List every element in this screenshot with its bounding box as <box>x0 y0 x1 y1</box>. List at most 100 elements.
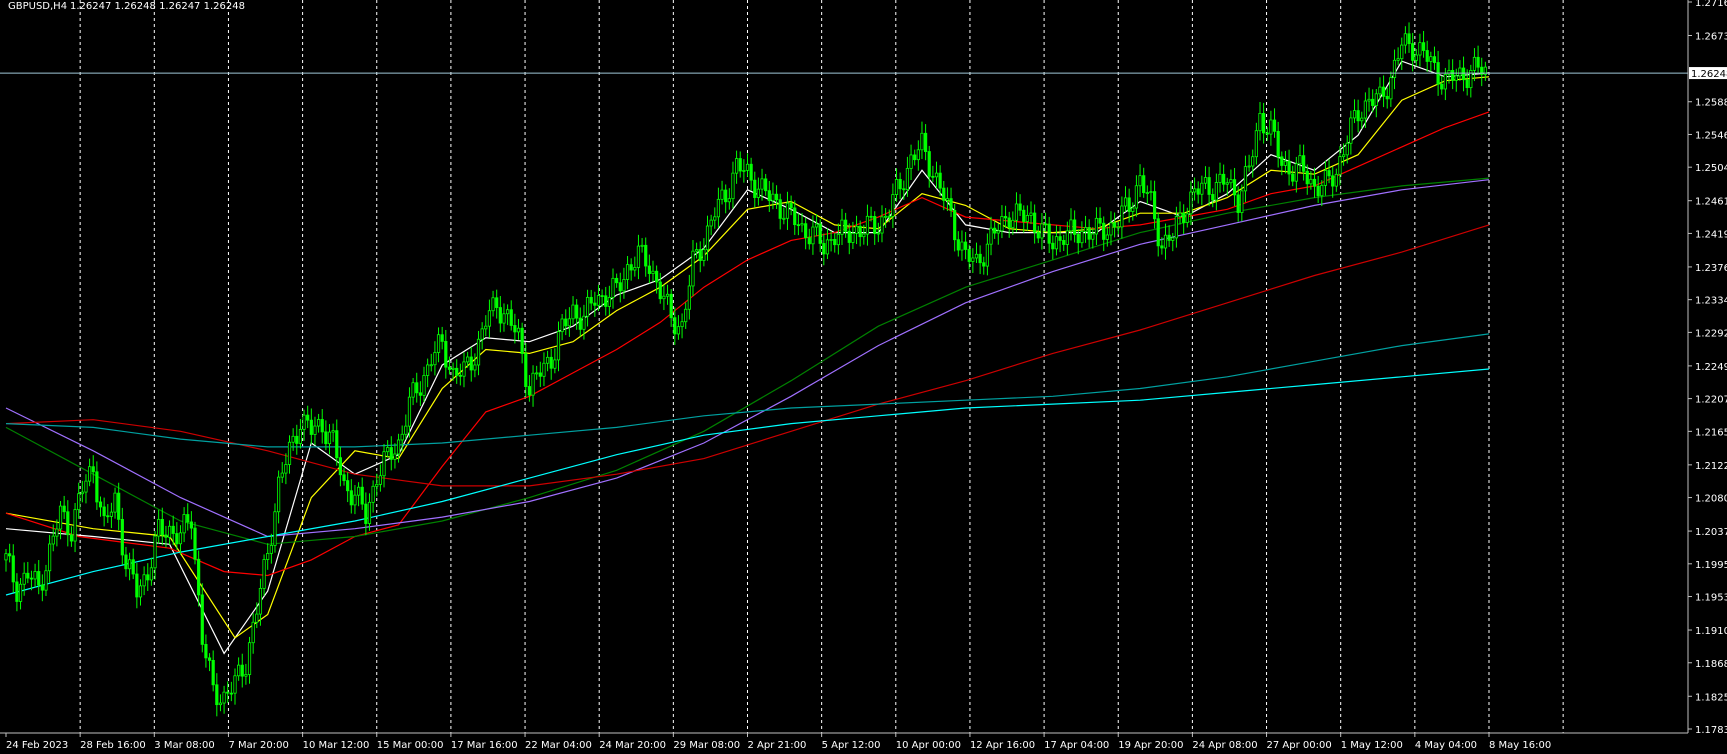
candle-body <box>175 533 179 545</box>
candle-body <box>295 435 299 444</box>
candle-body <box>633 267 637 271</box>
y-tick-label: 1.23340 <box>1695 296 1727 307</box>
x-tick-label: 8 May 16:00 <box>1489 740 1551 751</box>
candle-body <box>1251 156 1255 167</box>
candle-body <box>600 295 604 297</box>
candle-body <box>1349 117 1353 144</box>
candle-body <box>1087 227 1091 240</box>
candle-body <box>778 199 782 219</box>
candle-body <box>782 217 786 220</box>
candle-body <box>734 158 739 174</box>
candle-body <box>571 304 575 320</box>
candle-body <box>211 660 215 686</box>
candle-body <box>1320 184 1324 197</box>
y-tick-label: 1.22490 <box>1695 362 1727 373</box>
candle-body <box>1400 44 1404 60</box>
candle-body <box>371 485 375 503</box>
candle-body <box>684 308 688 323</box>
candle-body <box>713 216 717 221</box>
y-tick-label: 1.21650 <box>1695 427 1727 438</box>
candle-body <box>742 169 746 172</box>
candle-body <box>644 244 648 267</box>
candle-body <box>8 553 12 557</box>
candle-body <box>1392 59 1397 79</box>
candle-body <box>193 527 197 560</box>
candle-body <box>40 584 44 591</box>
candle-body <box>662 295 666 300</box>
candle-body <box>814 223 819 228</box>
candle-body <box>247 642 252 675</box>
candle-body <box>411 382 415 398</box>
candle-body <box>1138 175 1142 187</box>
candle-body <box>316 419 321 427</box>
candle-body <box>767 190 771 202</box>
candle-body <box>77 493 81 511</box>
candle-body <box>476 338 481 366</box>
candle-body <box>1131 207 1135 212</box>
candle-body <box>451 367 455 370</box>
chart-ohlc: 1.26247 1.26248 1.26247 1.26248 <box>70 1 245 12</box>
candle-body <box>26 572 30 579</box>
candle-body <box>1291 173 1295 182</box>
candle-body <box>753 179 757 198</box>
candle-body <box>953 209 957 241</box>
candle-body <box>298 428 303 444</box>
candle-body <box>389 447 393 460</box>
candle-body <box>771 193 775 202</box>
candle-body <box>360 486 364 505</box>
candle-body <box>527 386 532 396</box>
candle-body <box>277 476 281 513</box>
candle-body <box>73 509 77 542</box>
candle-body <box>62 505 66 513</box>
candle-body <box>229 692 233 695</box>
candle-body <box>1094 217 1099 235</box>
candle-body <box>596 295 601 306</box>
candle-body <box>985 243 989 267</box>
candle-body <box>88 466 92 482</box>
candle-body <box>1465 79 1469 89</box>
candle-body <box>200 594 204 645</box>
candle-body <box>891 194 895 217</box>
candle-body <box>804 223 808 239</box>
candle-body <box>604 295 608 307</box>
candle-body <box>1174 216 1178 239</box>
candle-body <box>1203 177 1208 184</box>
candle-body <box>1185 213 1189 223</box>
candle-body <box>727 198 731 203</box>
candle-body <box>1051 242 1055 250</box>
candle-body <box>269 544 273 554</box>
candle-body <box>1331 175 1335 187</box>
candle-body <box>69 534 74 542</box>
candle-body <box>149 567 153 581</box>
candle-body <box>836 233 840 246</box>
candle-body <box>876 232 880 235</box>
candle-body <box>1262 113 1266 134</box>
candle-body <box>55 528 59 537</box>
candle-body <box>324 431 328 445</box>
candle-body <box>567 318 571 327</box>
candle-body <box>887 215 891 218</box>
candle-body <box>687 285 691 310</box>
candle-body <box>33 571 37 580</box>
candle-body <box>553 359 557 369</box>
candle-body <box>48 543 52 572</box>
candle-body <box>851 232 855 243</box>
candle-body <box>1007 217 1011 229</box>
candle-body <box>189 521 193 529</box>
candle-body <box>618 282 622 292</box>
candle-body <box>785 202 790 219</box>
candle-body <box>967 249 971 262</box>
y-tick-label: 1.18250 <box>1695 692 1727 703</box>
price-chart[interactable]: 1.27160 1.26730 1.25880 1.25460 1.25040 1.246… <box>0 0 1727 754</box>
candle-body <box>400 433 404 441</box>
candle-body <box>625 264 630 280</box>
candle-body <box>1182 212 1186 223</box>
candle-body <box>353 494 357 506</box>
x-tick-label: 15 Mar 00:00 <box>377 740 444 751</box>
y-tick-label: 1.22070 <box>1695 395 1727 406</box>
candle-body <box>11 555 15 583</box>
candle-body <box>331 430 335 433</box>
y-tick-label: 1.17830 <box>1695 725 1727 736</box>
candle-body <box>629 264 633 271</box>
candle-body <box>1192 188 1197 193</box>
